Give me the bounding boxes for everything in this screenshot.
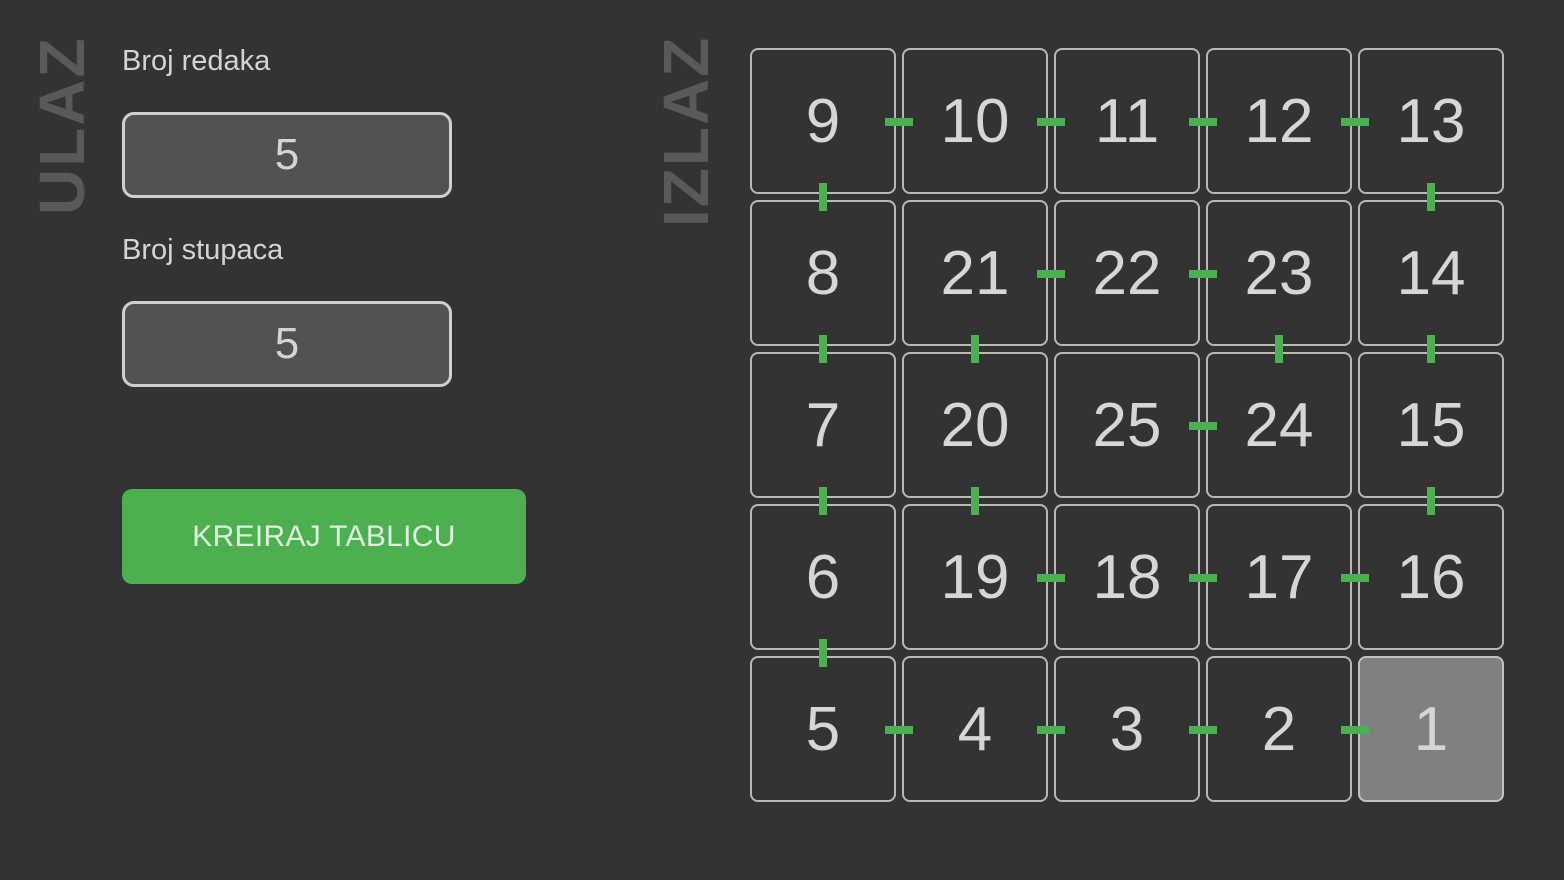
grid-cell: 7 <box>750 352 896 498</box>
grid-cell: 4 <box>902 656 1048 802</box>
grid-cell: 9 <box>750 48 896 194</box>
path-connector <box>1275 335 1283 363</box>
grid-cell: 17 <box>1206 504 1352 650</box>
grid-cell: 3 <box>1054 656 1200 802</box>
grid-cell: 15 <box>1358 352 1504 498</box>
path-connector <box>1427 183 1435 211</box>
grid-cell: 14 <box>1358 200 1504 346</box>
path-connector <box>1037 118 1065 126</box>
grid-cell: 2 <box>1206 656 1352 802</box>
grid-cell: 25 <box>1054 352 1200 498</box>
path-connector <box>819 487 827 515</box>
grid-cell: 5 <box>750 656 896 802</box>
path-connector <box>885 726 913 734</box>
grid-cell: 10 <box>902 48 1048 194</box>
grid-cell: 20 <box>902 352 1048 498</box>
grid-cell: 23 <box>1206 200 1352 346</box>
grid-cell: 8 <box>750 200 896 346</box>
grid-cell: 19 <box>902 504 1048 650</box>
spiral-grid: 9 10 11 12 13 8 21 22 23 14 7 20 25 24 15 6 19 18 17 16 5 4 3 2… <box>750 48 1506 804</box>
create-table-button[interactable]: KREIRAJ TABLICU <box>122 489 526 584</box>
grid-cell: 18 <box>1054 504 1200 650</box>
path-connector <box>819 639 827 667</box>
path-connector <box>1341 118 1369 126</box>
rows-label: Broj redaka <box>122 45 271 77</box>
path-connector <box>971 335 979 363</box>
path-connector <box>1189 422 1217 430</box>
path-connector <box>1341 726 1369 734</box>
rows-input[interactable] <box>122 112 452 198</box>
grid-cell: 11 <box>1054 48 1200 194</box>
path-connector <box>1189 574 1217 582</box>
path-connector <box>1189 270 1217 278</box>
cols-input[interactable] <box>122 301 452 387</box>
path-connector <box>819 183 827 211</box>
grid-cell: 16 <box>1358 504 1504 650</box>
path-connector <box>1427 335 1435 363</box>
grid-cell: 13 <box>1358 48 1504 194</box>
grid-cell: 1 <box>1358 656 1504 802</box>
path-connector <box>1427 487 1435 515</box>
grid-cell: 12 <box>1206 48 1352 194</box>
path-connector <box>1341 574 1369 582</box>
input-side-label: ULAZ <box>26 36 98 215</box>
path-connector <box>971 487 979 515</box>
output-side-label: IZLAZ <box>650 35 722 227</box>
cols-label: Broj stupaca <box>122 234 284 266</box>
path-connector <box>1037 270 1065 278</box>
path-connector <box>1037 574 1065 582</box>
grid-cell: 22 <box>1054 200 1200 346</box>
path-connector <box>885 118 913 126</box>
grid-cell: 24 <box>1206 352 1352 498</box>
grid-cell: 6 <box>750 504 896 650</box>
grid-cell: 21 <box>902 200 1048 346</box>
path-connector <box>1189 118 1217 126</box>
path-connector <box>819 335 827 363</box>
path-connector <box>1037 726 1065 734</box>
path-connector <box>1189 726 1217 734</box>
